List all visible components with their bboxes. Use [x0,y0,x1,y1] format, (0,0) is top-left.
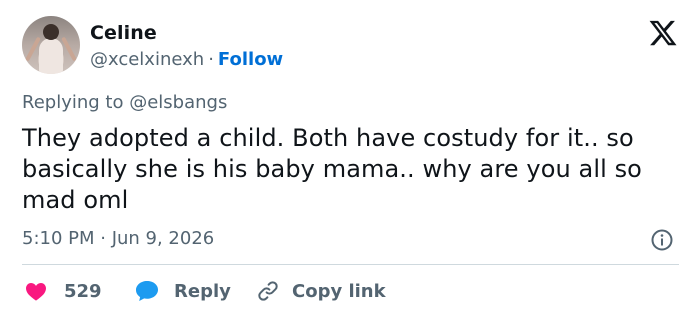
separator-dot: · [208,49,214,70]
action-bar: 529 Reply Copy link [22,277,682,305]
tweet-header: Celine @xcelxinexh · Follow [22,14,682,78]
divider [22,264,679,265]
follow-button[interactable]: Follow [218,49,283,70]
like-count: 529 [64,280,102,302]
replying-mention[interactable]: @elsbangs [129,92,227,113]
speech-bubble-icon [136,281,158,301]
author-name[interactable]: Celine [90,22,157,44]
copy-link-label: Copy link [292,280,386,302]
info-icon[interactable] [650,228,674,252]
replying-to: Replying to @elsbangs [22,92,227,113]
replying-prefix: Replying to [22,92,130,113]
link-icon [258,281,278,301]
like-button[interactable]: 529 [24,277,102,305]
heart-icon [26,283,46,301]
avatar[interactable] [22,16,80,74]
author-handle[interactable]: @xcelxinexh [90,49,204,70]
tweet-timestamp[interactable]: 5:10 PM · Jun 9, 2026 [22,228,214,249]
tweet-text: They adopted a child. Both have costudy … [22,124,642,214]
x-logo-icon[interactable] [648,18,678,48]
copy-link-button[interactable]: Copy link [256,277,386,305]
author-handle-row: @xcelxinexh · Follow [90,49,283,70]
reply-label: Reply [174,280,231,302]
reply-button[interactable]: Reply [134,277,231,305]
